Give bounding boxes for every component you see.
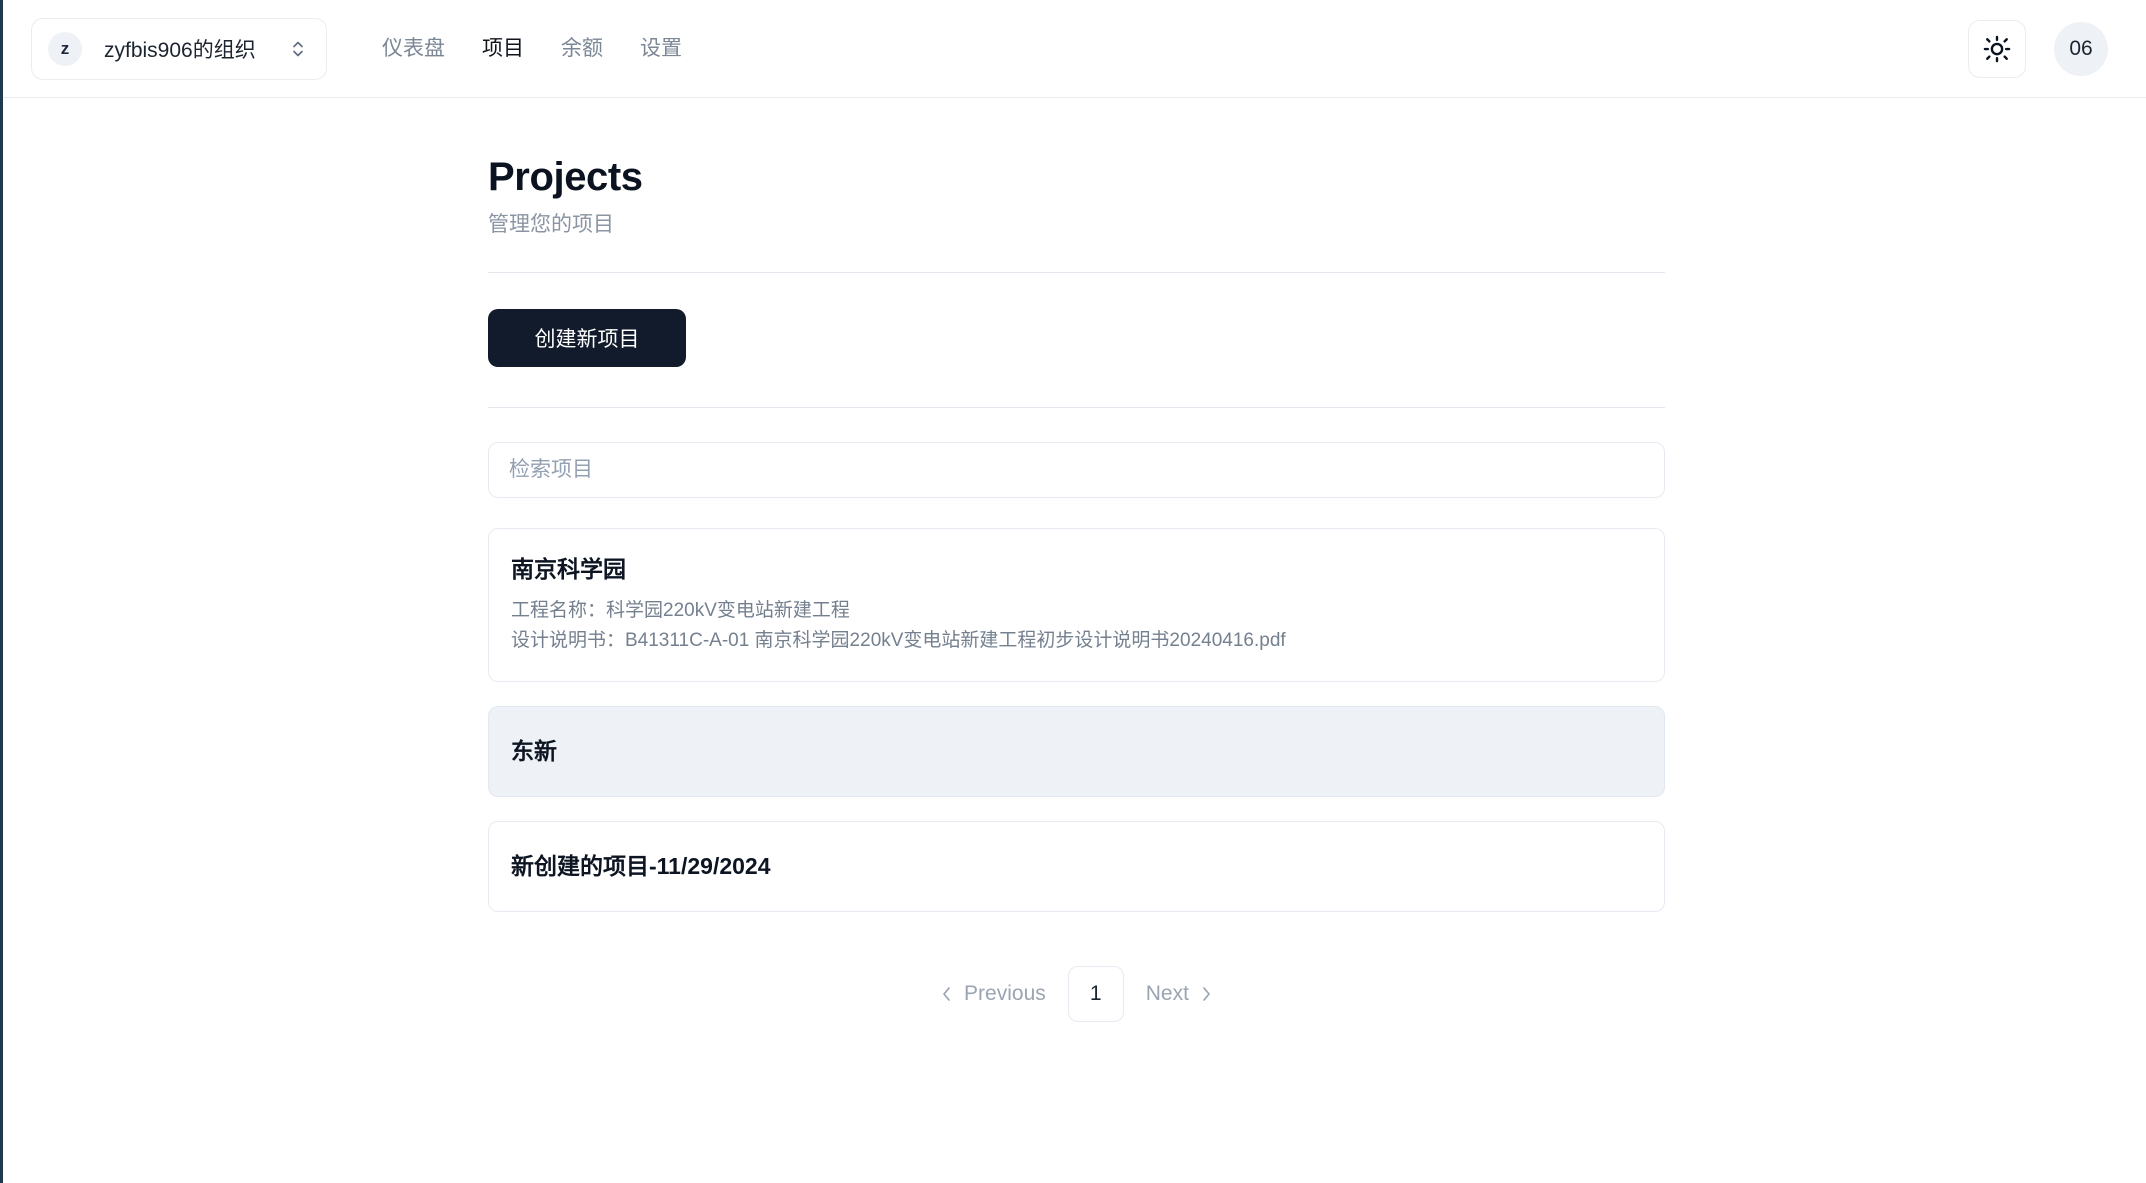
project-meta: 工程名称：科学园220kV变电站新建工程 设计说明书：B41311C-A-01 …	[511, 596, 1640, 655]
page-subtitle: 管理您的项目	[488, 213, 614, 237]
project-meta-design-document: 设计说明书：B41311C-A-01 南京科学园220kV变电站新建工程初步设计…	[511, 629, 1286, 651]
chevron-up-down-icon	[290, 38, 306, 60]
previous-page-button[interactable]: Previous	[931, 976, 1054, 1012]
top-navigation-bar: z zyfbis906的组织 仪表盘 项目 余额 设置 06	[3, 0, 2146, 98]
page-body: Projects 管理您的项目 创建新项目 南京科学园 工程名称：科学园220k…	[3, 98, 2146, 1022]
previous-page-label: Previous	[964, 981, 1046, 1005]
pagination: Previous 1 Next	[488, 936, 1665, 1022]
organization-switcher[interactable]: z zyfbis906的组织	[31, 17, 327, 80]
next-page-label: Next	[1145, 981, 1189, 1005]
create-project-button[interactable]: 创建新项目	[488, 309, 686, 368]
page-title: Projects	[488, 155, 643, 199]
project-card[interactable]: 新创建的项目-11/29/2024	[488, 820, 1665, 912]
nav-link-dashboard[interactable]: 仪表盘	[382, 38, 445, 59]
chevron-left-icon	[939, 984, 954, 1004]
organization-avatar: z	[48, 31, 82, 66]
project-card[interactable]: 东新	[488, 706, 1665, 797]
project-list: 南京科学园 工程名称：科学园220kV变电站新建工程 设计说明书：B41311C…	[488, 498, 1665, 912]
main-navigation: 仪表盘 项目 余额 设置	[382, 38, 682, 59]
search-projects-input[interactable]	[488, 442, 1665, 499]
project-name: 东新	[511, 738, 557, 765]
create-project-row: 创建新项目	[488, 273, 1665, 407]
organization-name: zyfbis906的组织	[104, 38, 256, 62]
project-name: 新创建的项目-11/29/2024	[511, 852, 771, 879]
nav-link-settings[interactable]: 设置	[640, 38, 682, 59]
next-page-button[interactable]: Next	[1138, 976, 1222, 1012]
user-avatar[interactable]: 06	[2054, 21, 2108, 76]
nav-link-balance[interactable]: 余额	[561, 38, 603, 59]
project-meta-engineering-name: 工程名称：科学园220kV变电站新建工程	[511, 600, 850, 622]
theme-toggle-button[interactable]	[1968, 19, 2026, 78]
content-container: Projects 管理您的项目 创建新项目 南京科学园 工程名称：科学园220k…	[488, 154, 1665, 1022]
page-number-1[interactable]: 1	[1067, 965, 1124, 1022]
project-card[interactable]: 南京科学园 工程名称：科学园220kV变电站新建工程 设计说明书：B41311C…	[488, 528, 1665, 683]
header-actions: 06	[1968, 19, 2108, 78]
nav-link-projects[interactable]: 项目	[482, 38, 524, 59]
project-name: 南京科学园	[511, 556, 626, 583]
search-row	[488, 408, 1665, 499]
chevron-right-icon	[1199, 984, 1214, 1004]
sun-icon	[1982, 34, 2012, 64]
